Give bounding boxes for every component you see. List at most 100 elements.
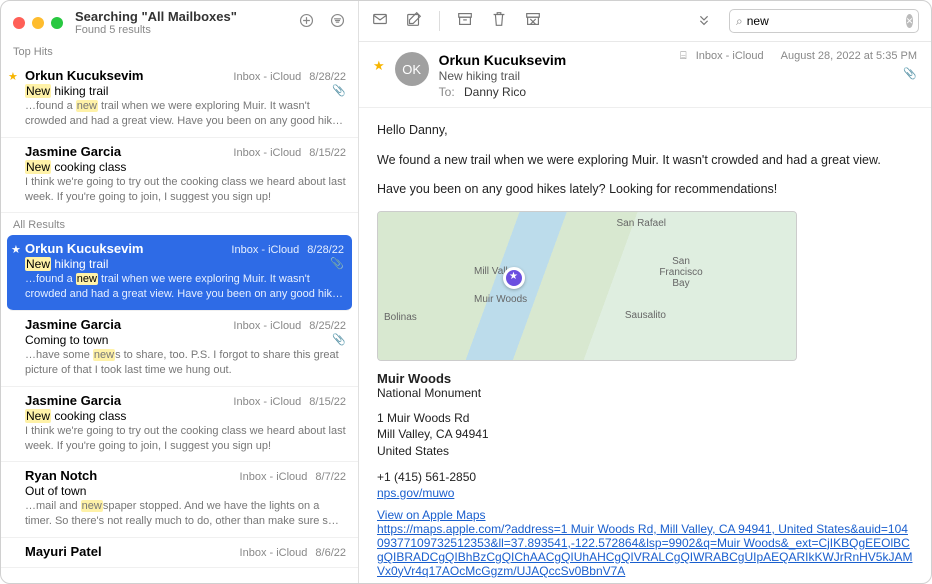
more-actions-icon[interactable] (695, 10, 713, 33)
clear-search-icon[interactable]: ✕ (906, 14, 914, 28)
place-address-line: United States (377, 443, 913, 460)
top-hits-list: ★Orkun KucuksevimInbox - iCloud8/28/22Ne… (1, 62, 358, 213)
message-list-item[interactable]: Jasmine GarciaInbox - iCloud 8/15/22New c… (1, 138, 358, 214)
message-date: August 28, 2022 at 5:35 PM (781, 50, 917, 62)
place-name: Muir Woods (377, 371, 913, 386)
body-paragraph: Hello Danny, (377, 122, 913, 140)
search-field[interactable]: ⌕ ✕ (729, 9, 919, 33)
attachment-icon[interactable]: 📎 (674, 67, 917, 80)
place-subtitle: National Monument (377, 386, 913, 400)
date-label: 8/28/22 (307, 244, 344, 256)
message-header: ★ OK Orkun Kucuksevim New hiking trail T… (359, 42, 931, 108)
close-window-button[interactable] (13, 17, 25, 29)
date-label: 8/25/22 (309, 320, 346, 332)
trash-icon[interactable] (490, 10, 508, 33)
body-paragraph: Have you been on any good hikes lately? … (377, 181, 913, 199)
place-address-line: Mill Valley, CA 94941 (377, 426, 913, 443)
preview-text: …found a new trail when we were explorin… (25, 99, 346, 129)
mailbox-label: Inbox - iCloud (233, 147, 301, 159)
date-label: 8/7/22 (315, 471, 346, 483)
place-address-line: 1 Muir Woods Rd (377, 410, 913, 427)
toolbar: ⌕ ✕ (359, 1, 931, 42)
window-subtitle: Found 5 results (75, 24, 286, 36)
sender-name: Ryan Notch (25, 468, 240, 483)
flag-star-icon[interactable]: ★ (373, 58, 385, 99)
map-label: Bolinas (384, 312, 417, 323)
window-titlebar: Searching "All Mailboxes" Found 5 result… (1, 1, 358, 40)
sender-name: Jasmine Garcia (25, 317, 233, 332)
attachment-icon: 📎 (330, 257, 344, 270)
subject-line: Out of town (25, 484, 346, 498)
message-list-pane: Searching "All Mailboxes" Found 5 result… (1, 1, 359, 583)
new-smart-mailbox-icon[interactable] (298, 12, 315, 34)
preview-text: …have some news to share, too. P.S. I fo… (25, 348, 346, 378)
map-pin-icon (503, 267, 525, 289)
map-label: San Rafael (617, 218, 666, 229)
map-attachment[interactable]: San Rafael Mill Valley Muir Woods San Fr… (377, 211, 797, 361)
date-label: 8/15/22 (309, 147, 346, 159)
message-list-item[interactable]: Jasmine GarciaInbox - iCloud 8/15/22New c… (1, 387, 358, 463)
attachment-icon: 📎 (332, 333, 346, 346)
sender-name: Orkun Kucuksevim (25, 241, 231, 256)
filter-icon[interactable] (329, 12, 346, 34)
junk-icon[interactable] (524, 10, 542, 33)
archive-icon[interactable] (456, 10, 474, 33)
sender-name: Mayuri Patel (25, 544, 240, 559)
mailbox-label: Inbox - iCloud (231, 244, 299, 256)
subject-line: New cooking class (25, 409, 346, 423)
sender-name: Orkun Kucuksevim (25, 68, 233, 83)
map-label: San Francisco Bay (656, 256, 706, 289)
maps-url-link[interactable]: https://maps.apple.com/?address=1 Muir W… (377, 522, 912, 578)
preview-text: …mail and newspaper stopped. And we have… (25, 499, 346, 529)
search-input[interactable] (743, 12, 906, 30)
all-results-list: ★Orkun KucuksevimInbox - iCloud8/28/22Ne… (1, 235, 358, 568)
date-label: 8/15/22 (309, 396, 346, 408)
window-title: Searching "All Mailboxes" (75, 9, 286, 24)
subject-line: Coming to town (25, 333, 346, 347)
message-list-item[interactable]: Ryan NotchInbox - iCloud 8/7/22Out of tow… (1, 462, 358, 538)
inbox-tray-icon: ⌸ (680, 50, 687, 62)
attachment-icon: 📎 (332, 84, 346, 97)
flag-star-icon: ★ (8, 70, 18, 83)
subject-line: New cooking class (25, 160, 346, 174)
search-icon: ⌕ (736, 14, 743, 29)
toolbar-divider (439, 11, 440, 31)
message-list-item[interactable]: ★Orkun KucuksevimInbox - iCloud8/28/22Ne… (1, 62, 358, 138)
to-label: To: (439, 85, 455, 99)
place-card: Muir Woods National Monument 1 Muir Wood… (377, 371, 913, 578)
preview-text: I think we're going to try out the cooki… (25, 175, 346, 205)
map-label: Muir Woods (474, 294, 527, 305)
place-phone: +1 (415) 561-2850 (377, 470, 913, 484)
body-paragraph: We found a new trail when we were explor… (377, 152, 913, 170)
date-label: 8/6/22 (315, 547, 346, 559)
view-on-maps-link[interactable]: View on Apple Maps (377, 508, 486, 522)
sender-name: Jasmine Garcia (25, 393, 233, 408)
mailbox-label: Inbox - iCloud (233, 320, 301, 332)
traffic-lights (13, 17, 63, 29)
place-website-link[interactable]: nps.gov/muwo (377, 486, 454, 500)
message-list-item[interactable]: Jasmine GarciaInbox - iCloud 8/25/22Comin… (1, 311, 358, 387)
section-top-hits: Top Hits (1, 40, 358, 62)
mailbox-label: Inbox - iCloud (240, 471, 308, 483)
compose-icon[interactable] (405, 10, 423, 33)
reading-pane: ⌕ ✕ ★ OK Orkun Kucuksevim New hiking tra… (359, 1, 931, 583)
message-list-item[interactable]: Mayuri PatelInbox - iCloud 8/6/22 (1, 538, 358, 568)
mailbox-label: Inbox - iCloud (233, 396, 301, 408)
get-mail-icon[interactable] (371, 10, 389, 33)
preview-text: …found a new trail when we were explorin… (25, 272, 344, 302)
mailbox-label: Inbox - iCloud (233, 71, 301, 83)
to-value: Danny Rico (464, 85, 526, 99)
date-label: 8/28/22 (309, 71, 346, 83)
flag-star-icon: ★ (11, 243, 21, 256)
preview-text: I think we're going to try out the cooki… (25, 424, 346, 454)
section-all-results: All Results (1, 213, 358, 235)
message-body: Hello Danny, We found a new trail when w… (359, 108, 931, 583)
zoom-window-button[interactable] (51, 17, 63, 29)
message-list-item[interactable]: ★Orkun KucuksevimInbox - iCloud8/28/22Ne… (7, 235, 352, 311)
mailbox-label: Inbox - iCloud (240, 547, 308, 559)
map-label: Sausalito (625, 310, 666, 321)
minimize-window-button[interactable] (32, 17, 44, 29)
sender-name: Jasmine Garcia (25, 144, 233, 159)
message-mailbox: Inbox - iCloud (696, 50, 764, 62)
sender-avatar[interactable]: OK (395, 52, 429, 86)
